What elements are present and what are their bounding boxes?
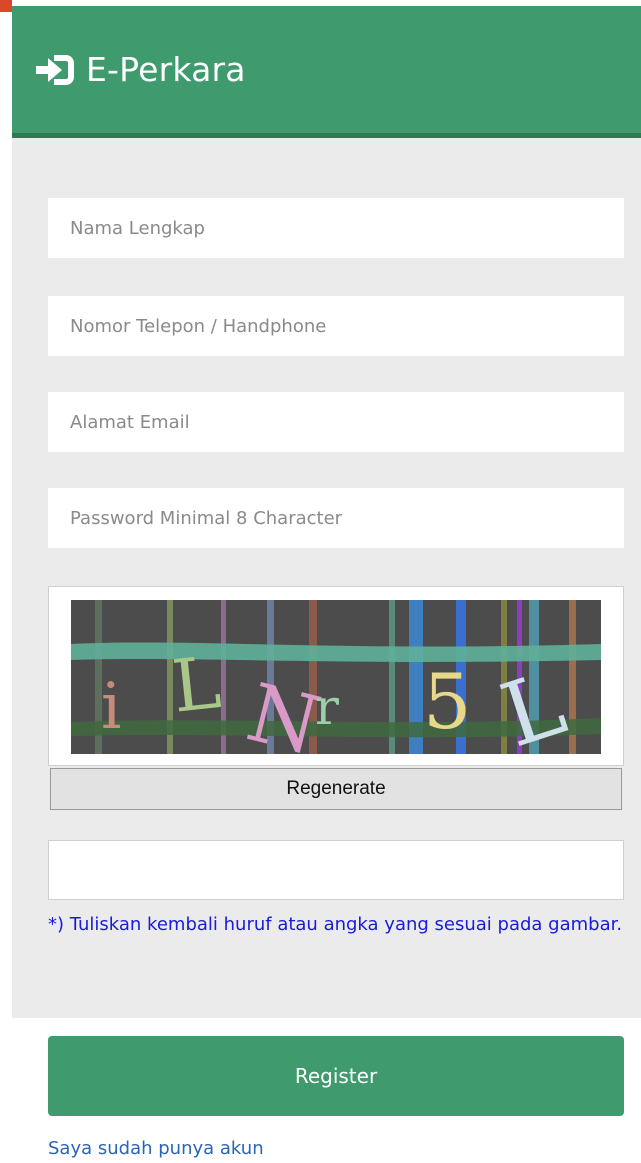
corner-mark xyxy=(0,0,12,12)
phone-input[interactable] xyxy=(48,296,624,356)
regenerate-captcha-button[interactable]: Regenerate xyxy=(50,768,622,810)
already-have-account-link[interactable]: Saya sudah punya akun xyxy=(48,1138,264,1159)
svg-text:5: 5 xyxy=(423,657,471,746)
svg-text:i: i xyxy=(101,670,121,744)
svg-text:L: L xyxy=(168,640,224,729)
captcha-hint: *) Tuliskan kembali huruf atau angka yan… xyxy=(48,914,623,935)
svg-text:r: r xyxy=(315,678,339,736)
header-bar: E-Perkara xyxy=(12,6,641,138)
full-name-input[interactable] xyxy=(48,198,624,258)
captcha-image: i L N r 5 L xyxy=(71,600,601,754)
register-button[interactable]: Register xyxy=(48,1036,624,1116)
login-enter-icon xyxy=(36,54,74,85)
app-title: E-Perkara xyxy=(86,50,246,89)
captcha-answer-input[interactable] xyxy=(48,840,624,900)
captcha-container: i L N r 5 L xyxy=(48,586,624,766)
register-card: E-Perkara i L N r xyxy=(12,6,641,1018)
email-input[interactable] xyxy=(48,392,624,452)
password-input[interactable] xyxy=(48,488,624,548)
